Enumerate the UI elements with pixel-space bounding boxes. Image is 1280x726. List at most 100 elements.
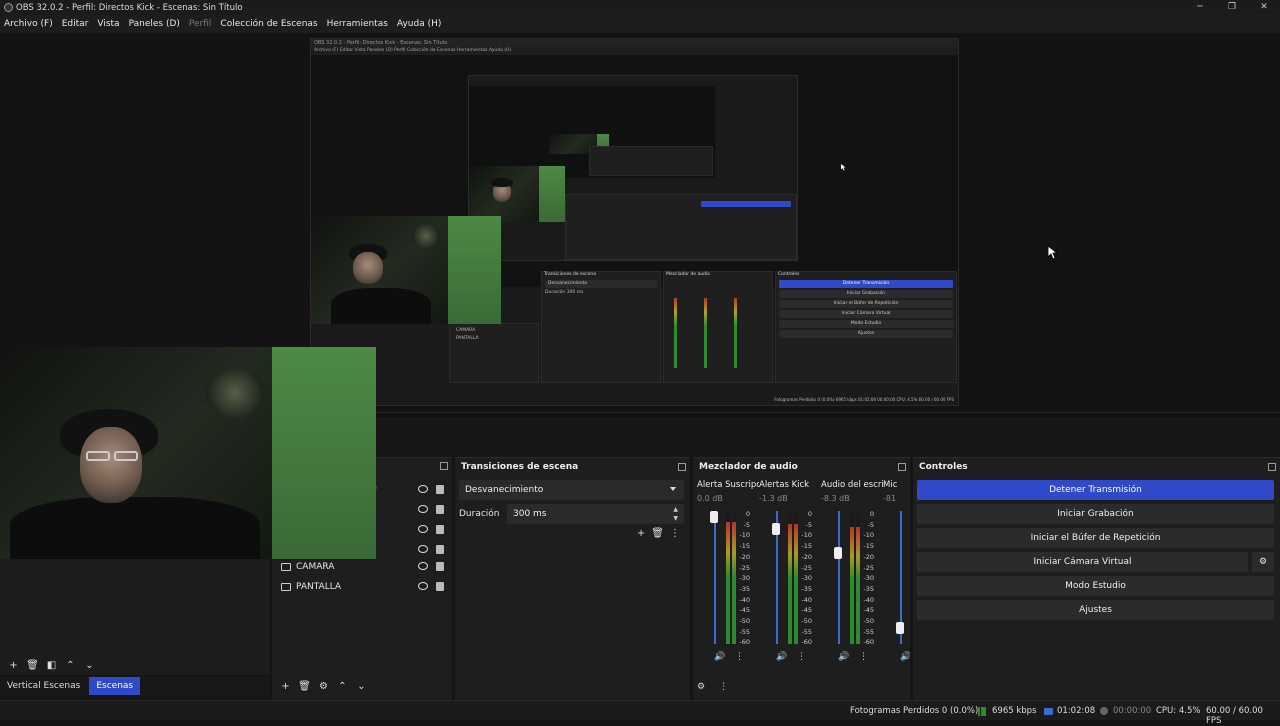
record-icon xyxy=(1100,707,1108,715)
fader-handle[interactable] xyxy=(896,622,904,635)
menu-perfil[interactable]: Perfil xyxy=(189,19,212,29)
move-scene-down-button[interactable]: ⌄ xyxy=(80,660,99,671)
channel-volume-db: -81 xyxy=(883,494,897,503)
nested-stop-stream: Detener Transmisión xyxy=(779,280,953,288)
remove-scene-button[interactable]: 🗑 xyxy=(23,660,42,671)
source-row-camara[interactable]: CAMARA xyxy=(272,557,452,577)
speaker-icon[interactable]: 🔊 xyxy=(776,652,787,662)
eye-icon[interactable] xyxy=(418,545,428,553)
speaker-icon[interactable]: 🔊 xyxy=(900,652,910,662)
stop-streaming-button[interactable]: Detener Transmisión xyxy=(917,480,1274,500)
eye-icon[interactable] xyxy=(418,485,428,493)
fader-handle[interactable] xyxy=(772,523,780,536)
channel-menu-icon[interactable]: ⋮ xyxy=(797,652,806,662)
controls-dock: Controles Detener Transmisión Iniciar Gr… xyxy=(913,457,1280,700)
eye-icon[interactable] xyxy=(418,525,428,533)
spin-arrows-icon[interactable]: ▲ ▼ xyxy=(673,505,678,523)
channel-menu-icon[interactable]: ⋮ xyxy=(735,652,744,662)
studio-mode-button[interactable]: Modo Estudio xyxy=(917,576,1274,596)
volume-fader[interactable] xyxy=(838,511,840,644)
scene-filters-button[interactable]: ◧ xyxy=(42,660,61,671)
settings-button[interactable]: Ajustes xyxy=(917,600,1274,620)
sources-popout-icon[interactable] xyxy=(440,462,448,470)
move-scene-up-button[interactable]: ⌃ xyxy=(61,660,80,671)
transitions-dock: Transiciones de escena Desvanecimiento D… xyxy=(455,457,690,700)
tab-vertical-escenas[interactable]: Vertical Escenas xyxy=(0,677,87,695)
lock-icon[interactable] xyxy=(436,582,444,591)
start-virtual-camera-button[interactable]: Iniciar Cámara Virtual xyxy=(917,552,1248,572)
nested-source-pantalla: PANTALLA xyxy=(456,336,479,341)
transitions-popout-icon[interactable] xyxy=(678,463,686,471)
eye-icon[interactable] xyxy=(418,562,428,570)
shirt-emblem-decoration xyxy=(205,367,265,419)
lock-icon[interactable] xyxy=(436,562,444,571)
lock-icon[interactable] xyxy=(436,525,444,534)
controls-popout-icon[interactable] xyxy=(1268,463,1276,471)
channel-name: Mic xyxy=(883,480,898,490)
maximize-button[interactable]: ❐ xyxy=(1216,0,1248,15)
minimize-button[interactable]: ─ xyxy=(1184,0,1216,15)
speaker-icon[interactable]: 🔊 xyxy=(714,652,725,662)
dropped-frames: Fotogramas Perdidos 0 (0.0%) xyxy=(850,706,979,716)
add-transition-button[interactable]: + xyxy=(637,528,645,539)
channel-menu-icon[interactable]: ⋮ xyxy=(859,652,868,662)
level-meter xyxy=(794,511,798,644)
volume-fader[interactable] xyxy=(714,511,716,644)
mixer-settings-icon[interactable]: ⚙ xyxy=(697,682,705,692)
channel-volume-db: 0.0 dB xyxy=(697,494,723,503)
add-scene-button[interactable]: + xyxy=(4,660,23,671)
start-replay-buffer-button[interactable]: Iniciar el Búfer de Repetición xyxy=(917,528,1274,548)
menu-herramientas[interactable]: Herramientas xyxy=(327,19,388,29)
level-meter xyxy=(850,511,854,644)
add-source-button[interactable]: + xyxy=(276,681,295,692)
menu-ayuda[interactable]: Ayuda (H) xyxy=(397,19,441,29)
nested-obs-capture: OBS 32.0.2 - Perfil: Directos Kick - Esc… xyxy=(310,38,959,406)
fader-handle[interactable] xyxy=(710,511,718,523)
tab-escenas[interactable]: Escenas xyxy=(89,677,141,695)
title-bar: OBS 32.0.2 - Perfil: Directos Kick - Esc… xyxy=(0,0,1280,15)
close-button[interactable]: ✕ xyxy=(1248,0,1280,15)
nested-source-camara: CAMARA xyxy=(456,328,476,333)
mixer-menu-icon[interactable]: ⋮ xyxy=(719,682,728,692)
start-recording-button[interactable]: Iniciar Grabación xyxy=(917,504,1274,524)
nested-title: OBS 32.0.2 - Perfil: Directos Kick - Esc… xyxy=(311,39,958,47)
glasses-decoration xyxy=(86,451,110,461)
source-name: CAMARA xyxy=(296,562,335,572)
lock-icon[interactable] xyxy=(436,545,444,554)
remove-transition-button[interactable]: 🗑 xyxy=(651,528,664,539)
nested-studio-mode: Modo Estudio xyxy=(779,320,953,328)
menu-paneles[interactable]: Paneles (D) xyxy=(129,19,180,29)
nested-meter-1 xyxy=(674,298,677,368)
obs-logo-icon xyxy=(4,3,13,12)
duration-spinbox[interactable]: 300 ms ▲ ▼ xyxy=(507,504,684,524)
nested-settings: Ajustes xyxy=(779,330,953,338)
gear-icon[interactable]: ⚙ xyxy=(1252,552,1274,572)
source-name: PANTALLA xyxy=(296,582,342,592)
lock-icon[interactable] xyxy=(436,485,444,494)
camera-icon xyxy=(281,563,291,571)
speaker-icon[interactable]: 🔊 xyxy=(838,652,849,662)
move-source-up-button[interactable]: ⌃ xyxy=(333,681,352,692)
source-row-pantalla[interactable]: PANTALLA xyxy=(272,577,452,597)
eye-icon[interactable] xyxy=(418,582,428,590)
eye-icon[interactable] xyxy=(418,505,428,513)
audio-mixer-dock: Mezclador de audio Alerta Suscripcione 0.… xyxy=(693,457,910,700)
mixer-popout-icon[interactable] xyxy=(898,463,906,471)
fader-handle[interactable] xyxy=(834,547,842,560)
mixer-channel: Mic -81 🔊 xyxy=(883,480,910,670)
transition-menu-button[interactable]: ⋮ xyxy=(670,528,680,539)
source-properties-button[interactable]: ⚙ xyxy=(314,681,333,692)
menu-archivo[interactable]: Archivo (F) xyxy=(4,19,53,29)
menu-vista[interactable]: Vista xyxy=(97,19,119,29)
move-source-down-button[interactable]: ⌄ xyxy=(352,681,371,692)
nested-level2-capture xyxy=(468,75,798,261)
mixer-header: Mezclador de audio xyxy=(699,462,798,472)
channel-name: Alertas Kick xyxy=(759,480,810,490)
menu-coleccion-escenas[interactable]: Colección de Escenas xyxy=(220,19,317,29)
menu-bar: Archivo (F) Editar Vista Paneles (D) Per… xyxy=(0,15,1280,33)
record-time: 00:00:00 xyxy=(1113,706,1152,716)
remove-source-button[interactable]: 🗑 xyxy=(295,681,314,692)
menu-editar[interactable]: Editar xyxy=(62,19,89,29)
transition-select[interactable]: Desvanecimiento xyxy=(459,480,684,500)
lock-icon[interactable] xyxy=(436,505,444,514)
